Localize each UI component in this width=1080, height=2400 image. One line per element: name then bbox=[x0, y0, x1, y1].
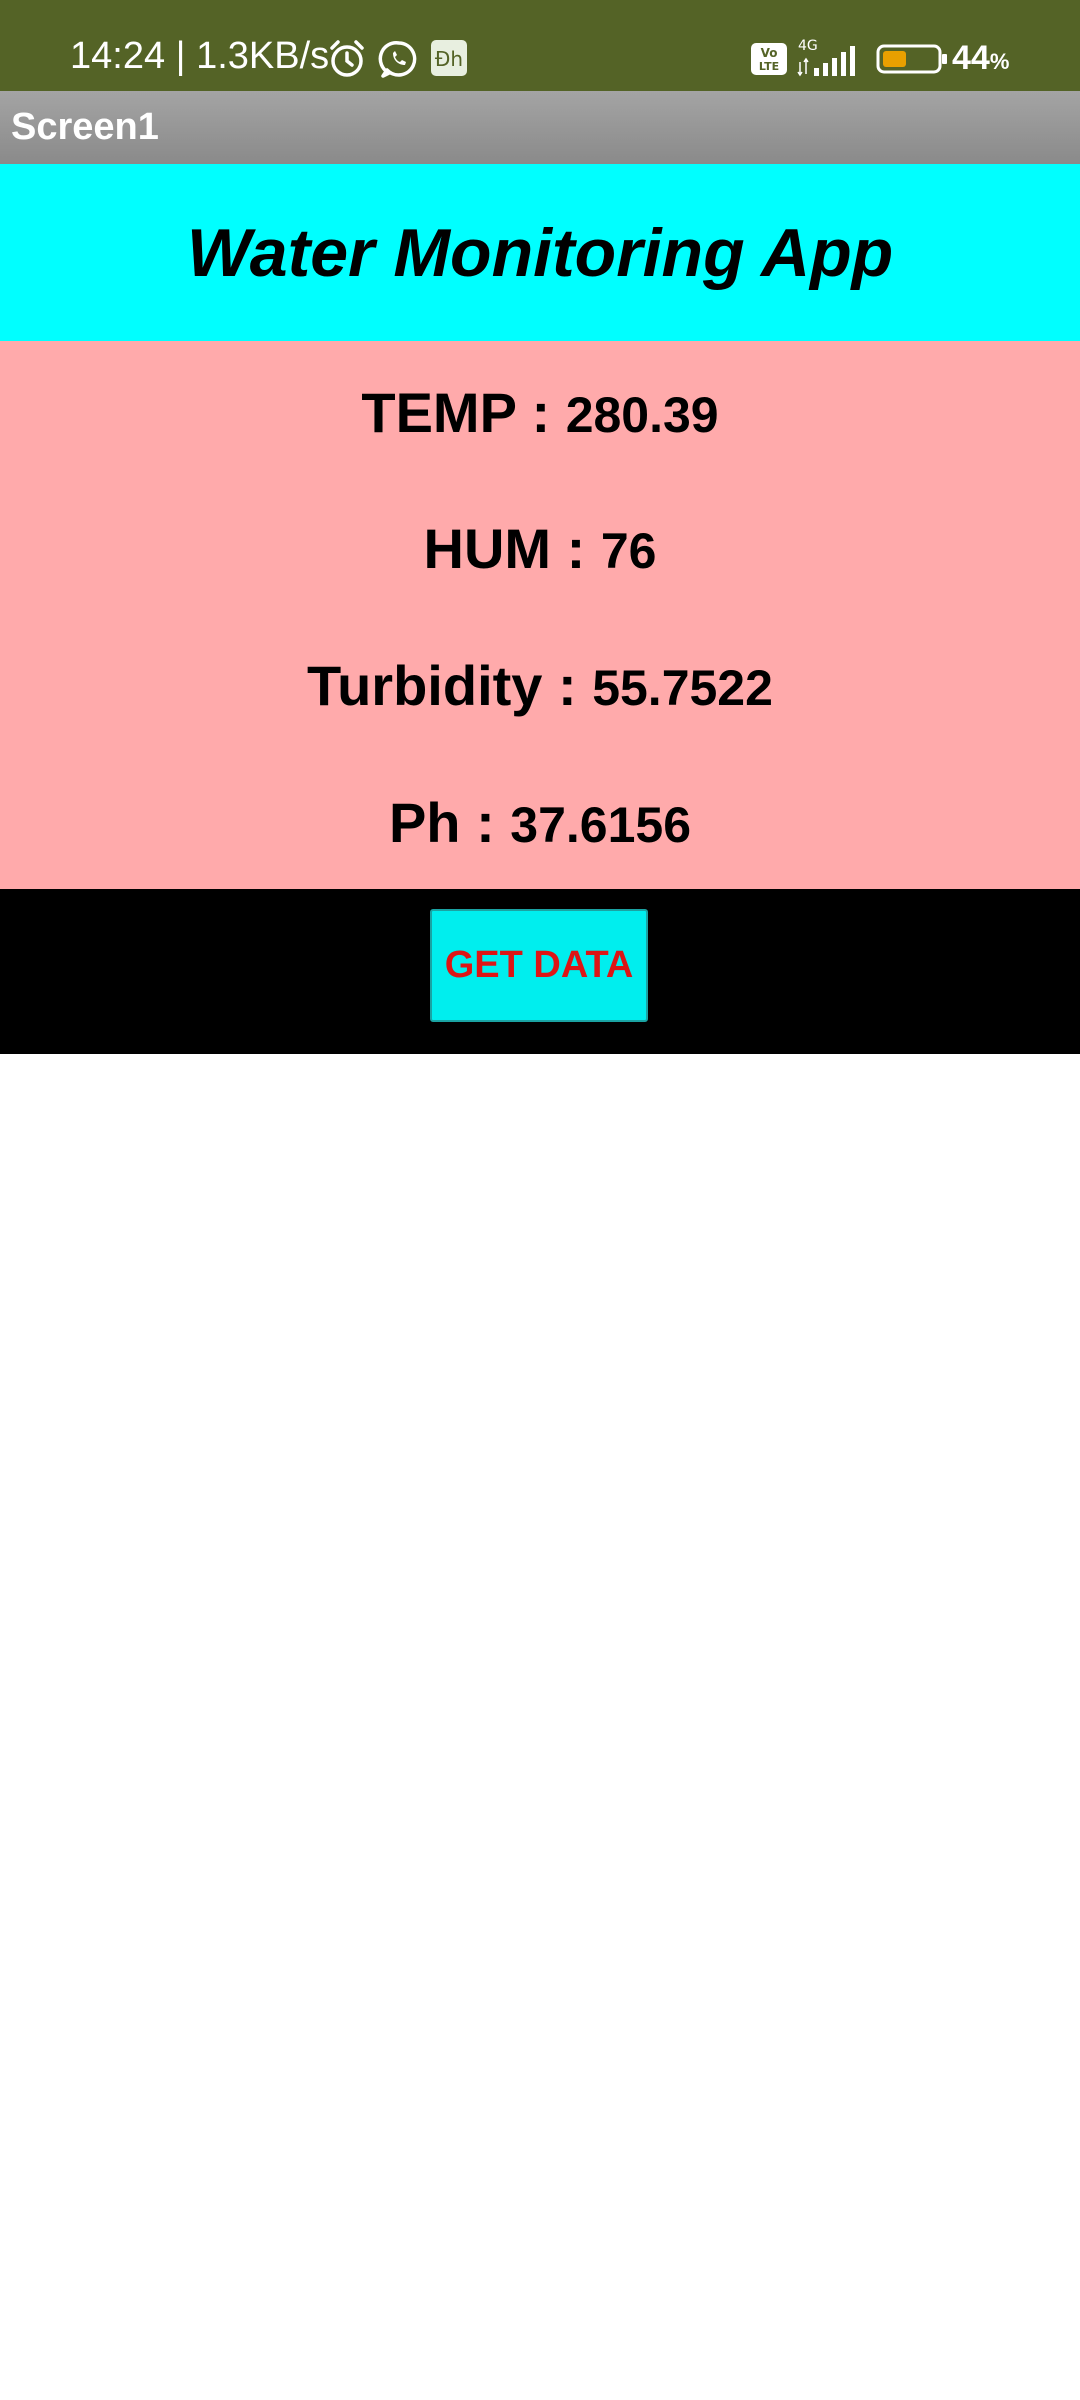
button-strip: GET DATA bbox=[0, 889, 1080, 1054]
signal-icon: 4G bbox=[796, 38, 866, 78]
app-title-bar: Screen1 bbox=[0, 91, 1080, 164]
ph-label: Ph : bbox=[388, 791, 511, 854]
battery-fill bbox=[883, 51, 906, 67]
app-heading: Water Monitoring App bbox=[186, 214, 894, 291]
readings-panel: TEMP : 280.39 HUM : 76 Turbidity : 55.75… bbox=[0, 341, 1080, 889]
screen-title: Screen1 bbox=[11, 106, 159, 148]
app-icon: Đh bbox=[430, 39, 468, 77]
turbidity-reading: Turbidity : 55.7522 bbox=[0, 651, 1080, 723]
hum-label: HUM : bbox=[423, 517, 601, 580]
battery-percentage: 44% bbox=[952, 38, 1009, 82]
status-time: 14:24 | 1.3KB/s bbox=[70, 35, 330, 77]
volte-line2: LTE bbox=[759, 60, 779, 73]
turbidity-value: 55.7522 bbox=[592, 660, 773, 716]
status-bar: 14:24 | 1.3KB/s Đh Vo LTE 4G 44% bbox=[0, 0, 1080, 91]
hum-reading: HUM : 76 bbox=[0, 514, 1080, 586]
battery-value: 44 bbox=[952, 39, 990, 77]
battery-icon bbox=[876, 44, 950, 74]
whatsapp-icon bbox=[378, 38, 420, 80]
alarm-icon bbox=[326, 38, 368, 80]
network-type: 4G bbox=[798, 38, 818, 54]
temp-value: 280.39 bbox=[565, 387, 719, 443]
hum-value: 76 bbox=[600, 523, 657, 579]
volte-icon: Vo LTE bbox=[750, 42, 788, 76]
temp-reading: TEMP : 280.39 bbox=[0, 378, 1080, 450]
turbidity-label: Turbidity : bbox=[307, 654, 593, 717]
header-panel: Water Monitoring App bbox=[0, 164, 1080, 341]
ph-value: 37.6156 bbox=[510, 797, 692, 853]
app-icon-text: Đh bbox=[435, 47, 463, 71]
ph-reading: Ph : 37.6156 bbox=[0, 788, 1080, 860]
battery-percent-sign: % bbox=[989, 49, 1010, 74]
get-data-button[interactable]: GET DATA bbox=[430, 909, 648, 1022]
volte-line1: Vo bbox=[761, 46, 778, 60]
temp-label: TEMP : bbox=[361, 381, 566, 444]
